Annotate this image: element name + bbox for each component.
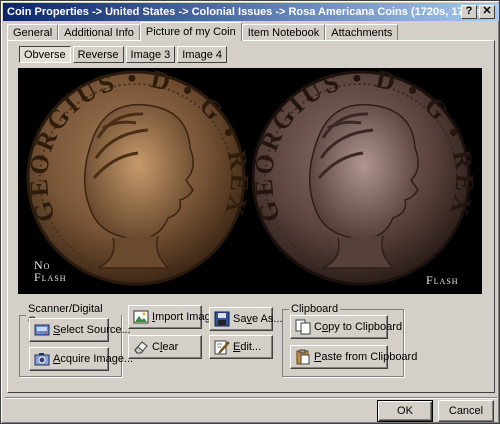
copy-to-clipboard-label: Copy to Clipboard xyxy=(314,321,403,333)
clear-button[interactable]: Clear xyxy=(128,335,202,359)
acquire-image-button[interactable]: Acquire Image... xyxy=(29,347,133,371)
scanner-icon xyxy=(34,324,50,336)
import-image-icon xyxy=(133,310,149,324)
copy-to-clipboard-button[interactable]: Copy to Clipboard xyxy=(290,315,402,339)
caption-no-flash: No Flash xyxy=(34,259,67,283)
coin-image-viewer[interactable]: GEORGIUS • D • G • REX GEORGIUS • D • G … xyxy=(18,68,482,294)
tab-strip: General Additional Info Picture of my Co… xyxy=(7,22,399,41)
coin-properties-window: Coin Properties -> United States -> Colo… xyxy=(0,0,500,424)
window-title: Coin Properties -> United States -> Colo… xyxy=(7,6,486,18)
clipboard-group-label: Clipboard xyxy=(291,303,339,315)
coin-photo: GEORGIUS • D • G • REX GEORGIUS • D • G … xyxy=(24,68,477,286)
subtab-image-4[interactable]: Image 4 xyxy=(177,46,228,63)
tab-picture-of-my-coin[interactable]: Picture of my Coin xyxy=(139,22,242,41)
edit-label: Edit... xyxy=(233,341,262,353)
select-source-button[interactable]: Select Source... xyxy=(29,318,131,342)
caption-flash: Flash xyxy=(426,273,459,287)
subtab-reverse[interactable]: Reverse xyxy=(72,46,124,63)
image-subtabs: Obverse Reverse Image 3 Image 4 xyxy=(19,46,228,63)
help-button[interactable]: ? xyxy=(461,5,477,19)
coin-obverse-flash: GEORGIUS • D • G • REX xyxy=(249,68,477,286)
select-source-label: Select Source... xyxy=(53,324,131,336)
subtab-obverse[interactable]: Obverse xyxy=(19,46,71,63)
tab-attachments[interactable]: Attachments xyxy=(325,24,399,41)
cancel-button[interactable]: Cancel xyxy=(438,400,494,422)
copy-icon xyxy=(295,319,311,335)
clear-label: Clear xyxy=(152,341,179,353)
paste-from-clipboard-button[interactable]: Paste from Clipboard xyxy=(290,345,417,369)
tab-additional-info[interactable]: Additional Info xyxy=(58,24,140,41)
eraser-icon xyxy=(134,341,148,354)
title-bar[interactable]: Coin Properties -> United States -> Colo… xyxy=(3,3,499,21)
save-as-button[interactable]: Save As... xyxy=(209,307,283,331)
acquire-image-label: Acquire Image... xyxy=(53,353,134,365)
save-as-label: Save As... xyxy=(233,313,283,325)
edit-icon xyxy=(214,340,230,355)
tab-item-notebook[interactable]: Item Notebook xyxy=(241,24,326,41)
camera-icon xyxy=(34,353,50,366)
paste-icon xyxy=(296,349,310,365)
floppy-disk-icon xyxy=(214,311,230,327)
subtab-image-3[interactable]: Image 3 xyxy=(125,46,176,63)
close-button[interactable]: ✕ xyxy=(479,5,495,19)
import-image-button[interactable]: Import Image... xyxy=(128,305,226,329)
edit-button[interactable]: Edit... xyxy=(209,335,273,359)
coin-obverse-no-flash: GEORGIUS • D • G • REX xyxy=(24,68,252,286)
footer-separator xyxy=(5,397,497,398)
tab-general[interactable]: General xyxy=(7,24,59,41)
paste-from-clipboard-label: Paste from Clipboard xyxy=(314,351,418,363)
ok-button[interactable]: OK xyxy=(377,400,433,422)
caption-no-flash-line2: Flash xyxy=(34,270,67,284)
